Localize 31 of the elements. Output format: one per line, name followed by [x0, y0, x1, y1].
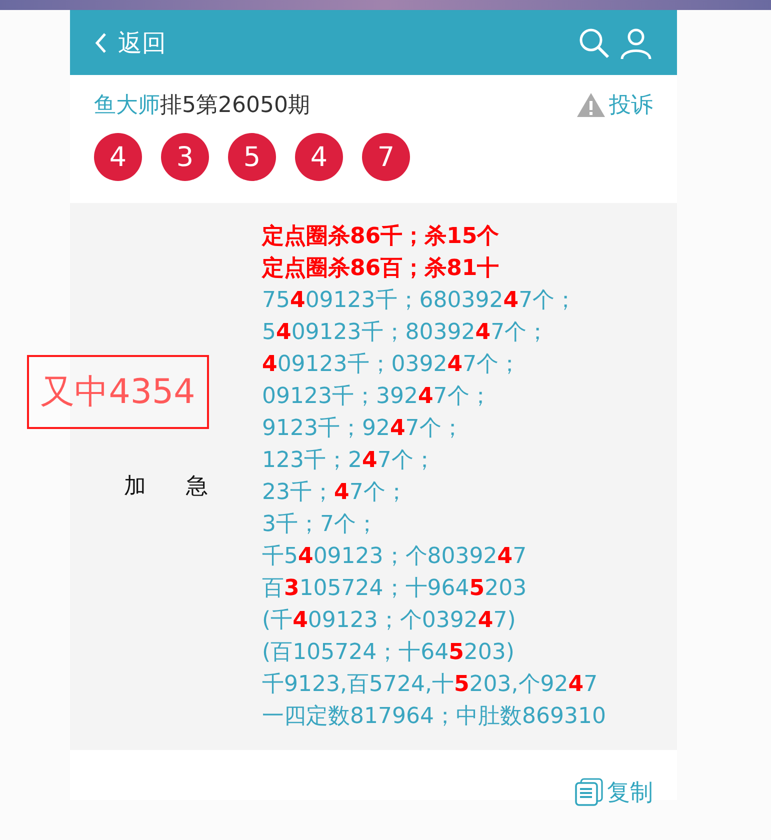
prediction-line: 09123千；39247个； [262, 383, 492, 411]
prediction-line: 75409123千；68039247个； [262, 287, 578, 315]
number-ball: 4 [295, 133, 343, 181]
prediction-line: 定点圈杀86千；杀15个 [262, 222, 500, 251]
number-ball: 4 [94, 133, 142, 181]
chevron-left-icon [94, 32, 108, 54]
tag-label: 急 [186, 472, 208, 500]
complaint-button[interactable]: 投诉 [576, 90, 653, 120]
number-ball: 5 [228, 133, 276, 181]
number-ball: 3 [161, 133, 209, 181]
prediction-line: 123千；247个； [262, 447, 436, 475]
number-ball: 7 [362, 133, 410, 181]
result-stamp: 又中4354 [27, 355, 209, 429]
warning-icon [576, 92, 606, 118]
prediction-line: 一四定数817964；中肚数869310 [262, 703, 606, 731]
tag-label: 加 [124, 472, 146, 500]
issue-title: 排5第26050期 [160, 92, 310, 120]
prediction-line: (千409123；个039247) [262, 607, 517, 635]
prediction-line: 23千；47个； [262, 479, 408, 507]
prediction-line: (百105724；十645203) [262, 639, 516, 667]
prediction-line: 5409123千；8039247个； [262, 319, 550, 347]
prediction-line: 千5409123；个8039247 [262, 543, 528, 571]
prediction-line: 9123千；9247个； [262, 415, 464, 443]
prediction-line: 定点圈杀86百；杀81十 [262, 254, 500, 283]
author-name[interactable]: 鱼大师 [94, 90, 160, 120]
back-button[interactable]: 返回 [94, 26, 166, 58]
copy-button[interactable]: 复制 [574, 776, 653, 808]
prediction-line: 409123千；039247个； [262, 351, 522, 379]
prediction-line: 百3105724；十9645203 [262, 575, 528, 603]
prediction-line: 千9123,百5724,十5203,个9247 [262, 671, 599, 699]
prediction-line: 3千；7个； [262, 511, 379, 539]
